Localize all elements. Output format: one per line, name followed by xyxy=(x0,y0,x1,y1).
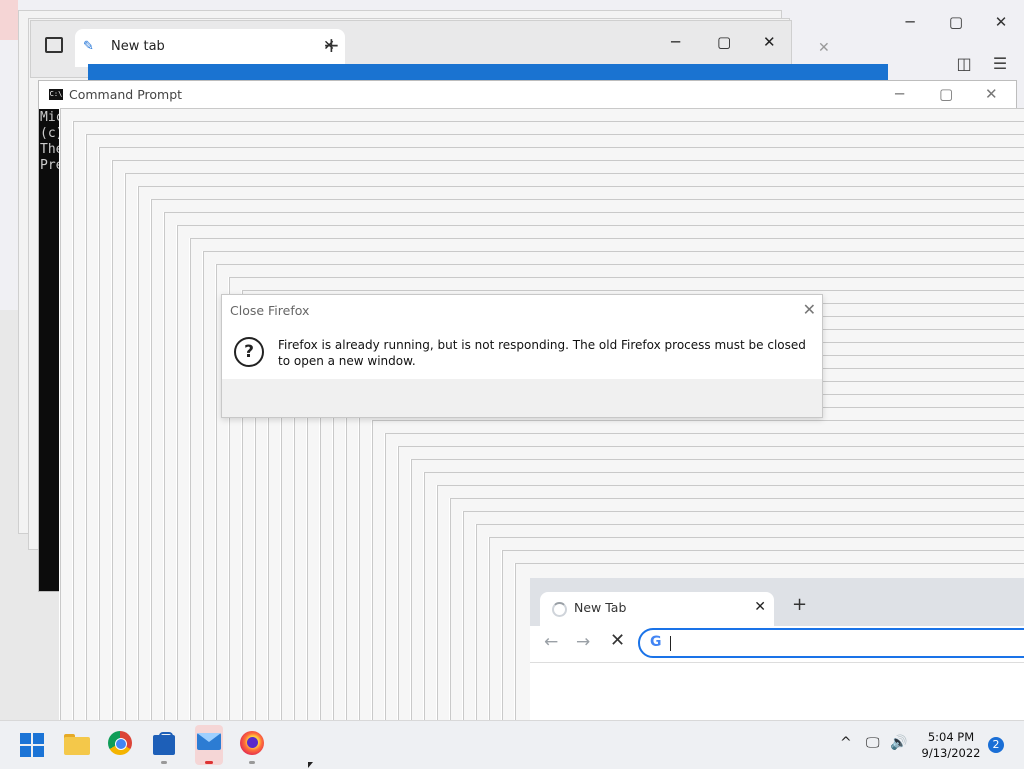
cmd-icon: C:\ xyxy=(49,89,63,100)
forward-icon[interactable]: → xyxy=(576,632,590,652)
dialog-title: Close Firefox xyxy=(230,303,310,318)
microsoft-store-icon[interactable] xyxy=(151,731,179,759)
close-icon[interactable]: ✕ xyxy=(818,40,830,56)
scrollbar[interactable] xyxy=(1000,109,1016,589)
window-title: Command Prompt xyxy=(69,87,183,102)
chevron-up-icon[interactable]: ^ xyxy=(840,735,852,751)
dialog-message: Firefox is already running, but is not r… xyxy=(278,338,806,368)
close-button[interactable]: ✕ xyxy=(763,33,776,51)
hamburger-icon[interactable]: ☰ xyxy=(988,52,1012,76)
mouse-cursor-icon xyxy=(308,762,313,768)
close-icon[interactable]: ✕ xyxy=(803,300,816,319)
address-bar[interactable]: G xyxy=(638,628,1024,658)
chrome-window: New Tab ✕ + ← → ✕ G xyxy=(530,578,1024,723)
console-line: (c) xyxy=(40,126,64,141)
tab-label: New tab xyxy=(111,39,165,54)
close-button[interactable]: ✕ xyxy=(991,12,1011,32)
clock-date: 9/13/2022 xyxy=(921,746,981,760)
minimize-button[interactable]: ─ xyxy=(895,85,904,103)
close-firefox-dialog: Close Firefox ✕ ? Firefox is already run… xyxy=(221,294,823,418)
console-output[interactable]: Mic (c) The Pre xyxy=(39,110,63,174)
scrollbar-thumb[interactable] xyxy=(1004,123,1007,141)
titlebar[interactable]: C:\ Command Prompt ─ ▢ ✕ xyxy=(39,81,1016,109)
mail-icon[interactable] xyxy=(195,725,223,765)
tab-label: New Tab xyxy=(574,600,627,615)
notification-badge[interactable]: 2 xyxy=(988,737,1004,753)
maximize-button[interactable]: ▢ xyxy=(939,85,953,103)
stop-icon[interactable]: ✕ xyxy=(610,630,625,651)
firefox-icon[interactable] xyxy=(240,731,268,759)
tab-new-tab[interactable]: New Tab ✕ xyxy=(540,592,774,626)
taskbar: ^ 🖵 🔊 5:04 PM 9/13/2022 2 xyxy=(0,720,1024,769)
running-indicator xyxy=(249,761,255,764)
network-icon[interactable]: 🖵 xyxy=(866,735,880,751)
maximize-button[interactable]: ▢ xyxy=(946,12,966,32)
dialog-titlebar[interactable]: Close Firefox ✕ xyxy=(222,295,822,325)
back-icon[interactable]: ← xyxy=(544,632,558,652)
clock-time: 5:04 PM xyxy=(927,730,975,744)
running-indicator xyxy=(161,761,167,764)
console-line: Pre xyxy=(40,158,64,173)
minimize-button[interactable]: ─ xyxy=(671,33,680,51)
question-icon: ? xyxy=(234,337,264,367)
firefox-tab-edge[interactable] xyxy=(0,0,18,40)
start-button[interactable] xyxy=(20,733,44,757)
chrome-icon[interactable] xyxy=(108,731,136,759)
minimize-button[interactable]: ─ xyxy=(900,12,920,32)
new-tab-button[interactable]: + xyxy=(323,33,340,57)
volume-icon[interactable]: 🔊 xyxy=(890,735,907,751)
edge-icon: ✎ xyxy=(83,39,94,54)
new-tab-button[interactable]: + xyxy=(792,594,807,615)
dialog-footer xyxy=(222,379,332,417)
text-caret xyxy=(670,636,671,651)
loading-spinner-icon xyxy=(552,602,567,617)
clock[interactable]: 5:04 PM 9/13/2022 xyxy=(916,729,986,761)
toolbar: ← → ✕ G xyxy=(530,626,1024,663)
running-indicator xyxy=(205,761,213,764)
tab-new-tab[interactable]: ✎ New tab ✕ xyxy=(75,29,345,67)
pocket-icon[interactable]: ◫ xyxy=(952,52,976,76)
google-icon: G xyxy=(650,634,662,650)
tab-close-icon[interactable]: ✕ xyxy=(754,599,766,615)
tab-strip: New Tab ✕ + xyxy=(530,578,1024,626)
console-line: The xyxy=(40,142,64,157)
maximize-button[interactable]: ▢ xyxy=(717,33,731,51)
console-line: Mic xyxy=(40,110,64,125)
file-explorer-icon[interactable] xyxy=(64,731,92,759)
tab-actions-icon[interactable] xyxy=(45,37,63,53)
close-button[interactable]: ✕ xyxy=(985,85,998,103)
dialog-body: ? Firefox is already running, but is not… xyxy=(222,325,822,379)
